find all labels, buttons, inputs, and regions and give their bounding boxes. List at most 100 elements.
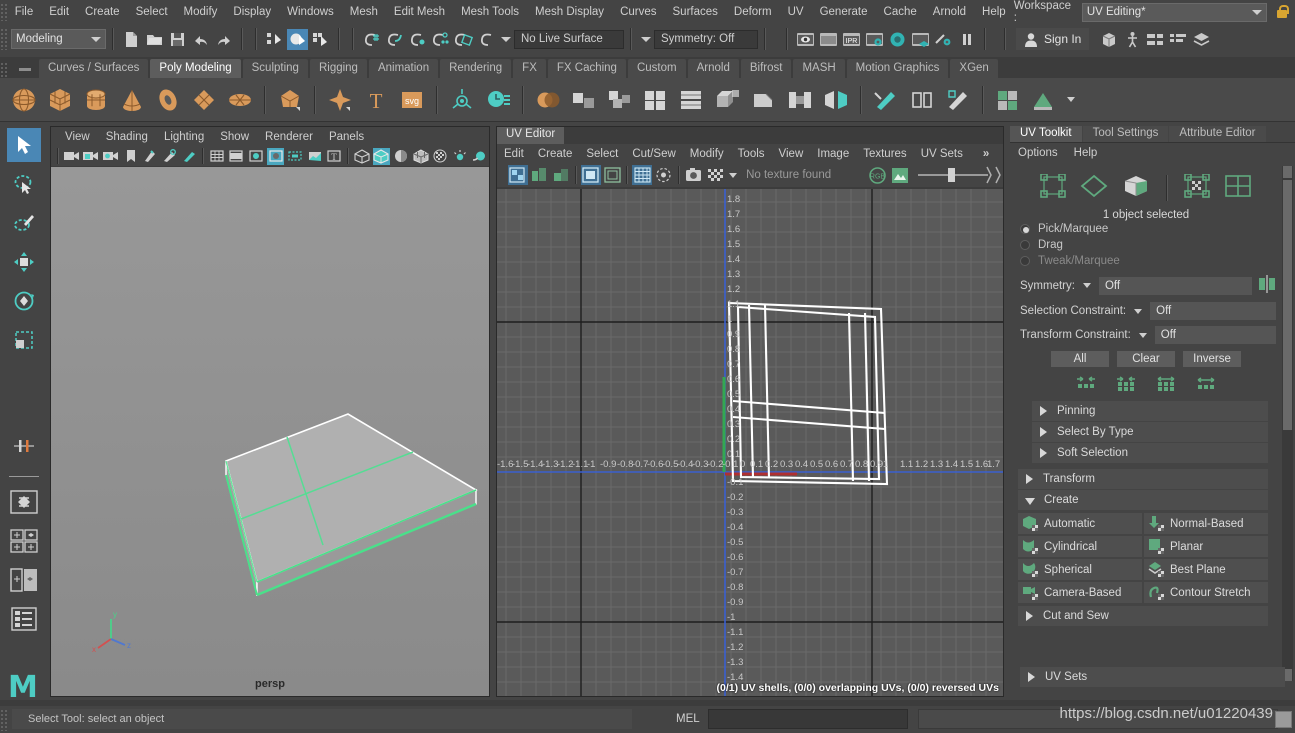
select-all-button[interactable]: All	[1051, 351, 1109, 367]
outliner-icon[interactable]	[1099, 29, 1120, 50]
uv-toolkit-icon[interactable]	[1029, 85, 1059, 115]
uv-grid-canvas[interactable]: 1.8 1.7 1.6 1.5 1.4 1.3 1.2 1.1 1 0.9 0.…	[497, 189, 1003, 696]
shelf-tab-curves-surfaces[interactable]: Curves / Surfaces	[39, 59, 148, 78]
uv-shell-display-icon[interactable]	[508, 165, 528, 185]
channel-box-icon[interactable]	[1168, 29, 1189, 50]
quick-rig-icon[interactable]	[447, 85, 477, 115]
render-settings-icon[interactable]	[864, 29, 885, 50]
section-pinning[interactable]: Pinning	[1032, 401, 1268, 421]
camera-based-projection-button[interactable]: Camera-Based	[1018, 582, 1142, 603]
pin-right-icon[interactable]	[994, 165, 1001, 185]
persp-outliner-layout-icon[interactable]	[7, 563, 41, 597]
select-shell-border-icon[interactable]	[1195, 375, 1217, 394]
uv-editor-icon[interactable]	[993, 85, 1023, 115]
shelf-tab-xgen[interactable]: XGen	[950, 59, 997, 78]
lock-camera-icon[interactable]	[83, 148, 101, 165]
select-by-component-icon[interactable]	[310, 29, 331, 50]
menu-select[interactable]: Select	[128, 3, 176, 21]
tab-uv-editor[interactable]: UV Editor	[497, 127, 564, 144]
transform-constraint-value[interactable]: Off	[1155, 326, 1276, 344]
menu-display[interactable]: Display	[225, 3, 279, 21]
tab-tool-settings[interactable]: Tool Settings	[1083, 126, 1169, 142]
select-tool-icon[interactable]	[7, 128, 41, 162]
sign-in-button[interactable]: Sign In	[1016, 28, 1089, 50]
section-transform[interactable]: Transform	[1018, 469, 1268, 489]
uv-menu-overflow-icon[interactable]: »	[976, 146, 996, 162]
uv-face-icon[interactable]	[1122, 174, 1150, 201]
scale-tool-icon[interactable]	[7, 323, 41, 357]
polytorus-icon[interactable]	[153, 85, 183, 115]
tab-uv-toolkit[interactable]: UV Toolkit	[1010, 126, 1082, 142]
shelf-tab-fx-caching[interactable]: FX Caching	[548, 59, 626, 78]
shrink-selection-icon[interactable]	[1075, 375, 1097, 394]
quad-draw-icon[interactable]	[943, 85, 973, 115]
bridge-icon[interactable]	[785, 85, 815, 115]
mirror-icon[interactable]	[821, 85, 851, 115]
radio-pick-marquee[interactable]: Pick/Marquee	[1010, 221, 1282, 237]
alpha-channel-icon[interactable]	[890, 165, 910, 185]
light-editor-icon[interactable]	[933, 29, 954, 50]
image-plane-icon[interactable]	[141, 148, 159, 165]
uv-menu-edit[interactable]: Edit	[497, 146, 531, 162]
human-ik-icon[interactable]	[1122, 29, 1143, 50]
smooth-icon[interactable]	[641, 85, 671, 115]
menu-edit[interactable]: Edit	[41, 3, 77, 21]
uv-menu-image[interactable]: Image	[810, 146, 856, 162]
exposure-icon[interactable]	[306, 148, 324, 165]
polycylinder-icon[interactable]	[81, 85, 111, 115]
normal-based-projection-button[interactable]: Normal-Based	[1144, 513, 1268, 534]
menu-uv[interactable]: UV	[780, 3, 812, 21]
checker-map-icon[interactable]	[705, 165, 725, 185]
viewport-menu-shading[interactable]: Shading	[98, 129, 156, 145]
film-gate-icon[interactable]	[228, 148, 246, 165]
image-display-icon[interactable]	[581, 165, 601, 185]
grow-selection-icon[interactable]	[1115, 375, 1137, 394]
section-uv-sets[interactable]: UV Sets	[1020, 667, 1285, 687]
shelf-menu-button[interactable]	[15, 62, 35, 76]
render-setup-icon[interactable]	[910, 29, 931, 50]
shelf-tab-poly-modeling[interactable]: Poly Modeling	[150, 59, 240, 78]
live-surface-field[interactable]: No Live Surface	[514, 30, 624, 49]
menu-generate[interactable]: Generate	[812, 3, 876, 21]
shelf-tab-rendering[interactable]: Rendering	[440, 59, 511, 78]
section-create[interactable]: Create	[1018, 490, 1268, 510]
shaded-textured-icon[interactable]	[392, 148, 410, 165]
magnet-icon[interactable]	[476, 29, 497, 50]
uv-component-icon[interactable]	[1040, 174, 1066, 201]
select-by-hierarchy-icon[interactable]	[264, 29, 285, 50]
bevel-icon[interactable]	[749, 85, 779, 115]
radio-drag[interactable]: Drag	[1010, 237, 1282, 253]
toolkit-menu-options[interactable]: Options	[1010, 145, 1066, 161]
invert-selection-button[interactable]: Inverse	[1183, 351, 1241, 367]
select-by-object-icon[interactable]	[287, 29, 308, 50]
menu-deform[interactable]: Deform	[726, 3, 780, 21]
hypershade-icon[interactable]	[887, 29, 908, 50]
uv-menu-select[interactable]: Select	[579, 146, 625, 162]
select-shell-icon[interactable]	[1155, 375, 1177, 394]
uv-distortion-icon[interactable]	[530, 165, 550, 185]
spherical-projection-button[interactable]: Spherical	[1018, 559, 1142, 580]
lighting-icon[interactable]	[451, 148, 469, 165]
snap-projected-center-icon[interactable]	[430, 29, 451, 50]
menu-set-selector[interactable]: Modeling	[11, 29, 106, 49]
measure-tool-icon[interactable]	[180, 148, 198, 165]
move-tool-icon[interactable]	[7, 245, 41, 279]
symmetry-value[interactable]: Off	[1099, 277, 1252, 295]
texture-name-field[interactable]: No texture found	[740, 169, 848, 181]
uv-menu-create[interactable]: Create	[531, 146, 580, 162]
dim-slider-icon[interactable]	[918, 167, 984, 183]
clear-selection-button[interactable]: Clear	[1117, 351, 1175, 367]
uv-menu-view[interactable]: View	[772, 146, 811, 162]
bookmark-icon[interactable]	[122, 148, 140, 165]
uv-menu-textures[interactable]: Textures	[856, 146, 913, 162]
uv-grid-icon[interactable]	[1224, 174, 1252, 201]
wireframe-icon[interactable]	[353, 148, 371, 165]
snap-grid-icon[interactable]	[361, 29, 382, 50]
isolate-select-icon[interactable]	[654, 165, 674, 185]
cached-playback-icon[interactable]	[483, 85, 513, 115]
grid-display-icon[interactable]	[632, 165, 652, 185]
svg-icon[interactable]: svg	[397, 85, 427, 115]
polysuperprimitive-icon[interactable]	[275, 85, 305, 115]
smooth-shade-icon[interactable]	[373, 148, 391, 165]
last-tool-icon[interactable]	[7, 362, 41, 388]
